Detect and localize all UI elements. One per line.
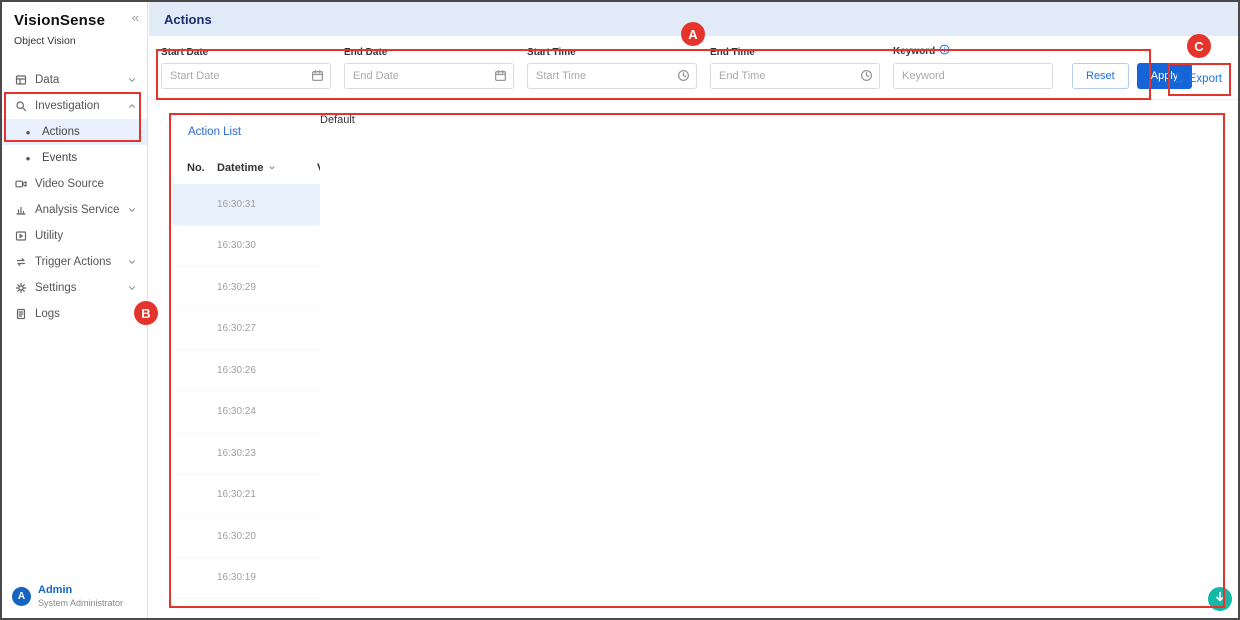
chevron-up-icon bbox=[127, 101, 137, 111]
video-icon bbox=[15, 178, 27, 190]
annotation-badge-a: A bbox=[681, 22, 705, 46]
column-header-no: No. bbox=[187, 162, 217, 174]
sidebar-item-analysis-service[interactable]: Analysis Service bbox=[2, 197, 147, 223]
user-role: System Administrator bbox=[38, 598, 123, 608]
table-body: 1 2025/04/1616:30:31 Video-CleanRoom Obj… bbox=[173, 184, 1218, 599]
clock-icon[interactable] bbox=[677, 69, 690, 87]
sidebar-item-data[interactable]: Data bbox=[2, 67, 147, 93]
keyword-input[interactable] bbox=[893, 63, 1053, 89]
end-date-label: End Date bbox=[344, 47, 514, 58]
end-time-label: End Time bbox=[710, 47, 880, 58]
chevron-down-icon bbox=[127, 283, 137, 293]
app-window: VisionSense « Object Vision Data Investig… bbox=[0, 0, 1240, 620]
sidebar-collapse-icon[interactable]: « bbox=[132, 10, 139, 25]
sidebar-item-label: Settings bbox=[35, 282, 119, 294]
sidebar-item-trigger-actions[interactable]: Trigger Actions bbox=[2, 249, 147, 275]
cell-datetime: 2025/04/1616:30:29 bbox=[217, 282, 317, 293]
sidebar: VisionSense « Object Vision Data Investig… bbox=[2, 2, 148, 618]
sidebar-item-actions[interactable]: • Actions bbox=[2, 119, 147, 145]
export-button[interactable]: Export bbox=[1171, 71, 1222, 87]
cell-datetime: 2025/04/1616:30:20 bbox=[217, 531, 317, 542]
logs-icon bbox=[15, 308, 27, 320]
main-area: Actions Start Date End Date Start Time bbox=[149, 2, 1238, 618]
sidebar-item-label: Events bbox=[42, 152, 137, 164]
down-arrow-icon bbox=[1214, 590, 1226, 608]
action-list-card: Action List No.DatetimeVideo SourceDetec… bbox=[173, 114, 1218, 605]
sidebar-nav: Data Investigation • Actions • Events Video So… bbox=[2, 67, 147, 327]
user-info[interactable]: A Admin System Administrator bbox=[12, 584, 123, 608]
sort-down-icon[interactable] bbox=[267, 163, 277, 173]
cell-datetime: 2025/04/1616:30:27 bbox=[217, 323, 317, 334]
end-time-input[interactable] bbox=[710, 63, 880, 89]
start-date-input[interactable] bbox=[161, 63, 331, 89]
scroll-down-button[interactable] bbox=[1208, 587, 1232, 611]
page-title: Actions bbox=[164, 12, 212, 27]
chevron-down-icon bbox=[127, 257, 137, 267]
clock-icon[interactable] bbox=[860, 69, 873, 87]
cell-datetime: 2025/04/1616:30:26 bbox=[217, 365, 317, 376]
end-date-field: End Date bbox=[344, 47, 514, 89]
cell-utility: DefaultEvent Trigger bbox=[1107, 572, 1218, 583]
cell-datetime: 2025/04/1616:30:19 bbox=[217, 572, 317, 583]
start-time-input[interactable] bbox=[527, 63, 697, 89]
sidebar-item-logs[interactable]: Logs bbox=[2, 301, 147, 327]
keyword-label: Keyword bbox=[893, 44, 1053, 58]
trigger-icon bbox=[15, 256, 27, 268]
sidebar-item-utility[interactable]: Utility bbox=[2, 223, 147, 249]
user-name: Admin bbox=[38, 584, 123, 596]
sidebar-item-label: Actions bbox=[42, 126, 137, 138]
bullet-icon: • bbox=[22, 151, 34, 166]
cell-datetime: 2025/04/1616:30:21 bbox=[217, 489, 317, 500]
sidebar-item-events[interactable]: • Events bbox=[2, 145, 147, 171]
keyword-field: Keyword bbox=[893, 44, 1053, 89]
info-icon bbox=[939, 44, 950, 58]
reset-button[interactable]: Reset bbox=[1072, 63, 1129, 89]
annotation-badge-c: C bbox=[1187, 34, 1211, 58]
cell-datetime: 2025/04/1616:30:30 bbox=[217, 240, 317, 251]
sidebar-item-investigation[interactable]: Investigation bbox=[2, 93, 147, 119]
cell-datetime: 2025/04/1616:30:24 bbox=[217, 406, 317, 417]
export-label: Export bbox=[1189, 73, 1222, 85]
calendar-icon[interactable] bbox=[311, 69, 324, 87]
brand: VisionSense « Object Vision bbox=[2, 2, 147, 47]
search-icon bbox=[15, 100, 27, 112]
start-date-field: Start Date bbox=[161, 47, 331, 89]
analysis-icon bbox=[15, 204, 27, 216]
app-title: VisionSense bbox=[14, 12, 137, 29]
gear-icon bbox=[15, 282, 27, 294]
sidebar-item-settings[interactable]: Settings bbox=[2, 275, 147, 301]
sidebar-item-label: Data bbox=[35, 74, 119, 86]
avatar: A bbox=[12, 587, 31, 606]
sidebar-item-label: Analysis Service bbox=[35, 204, 119, 216]
sidebar-item-label: Logs bbox=[35, 308, 137, 320]
column-header-datetime[interactable]: Datetime bbox=[217, 162, 317, 174]
annotation-badge-b: B bbox=[134, 301, 158, 325]
export-icon bbox=[1171, 71, 1184, 87]
cell-datetime: 2025/04/1616:30:23 bbox=[217, 448, 317, 459]
end-time-field: End Time bbox=[710, 47, 880, 89]
calendar-icon[interactable] bbox=[494, 69, 507, 87]
utility-icon bbox=[15, 230, 27, 242]
bullet-icon: • bbox=[22, 125, 34, 140]
sidebar-item-label: Utility bbox=[35, 230, 137, 242]
start-date-label: Start Date bbox=[161, 47, 331, 58]
sidebar-item-label: Video Source bbox=[35, 178, 137, 190]
sidebar-item-label: Trigger Actions bbox=[35, 256, 119, 268]
table-row[interactable]: 10 2025/04/1616:30:19 Video-CleanRoom Ob… bbox=[173, 558, 1218, 600]
app-subtitle: Object Vision bbox=[14, 35, 137, 47]
chevron-down-icon bbox=[127, 75, 137, 85]
sidebar-item-video-source[interactable]: Video Source bbox=[2, 171, 147, 197]
start-time-label: Start Time bbox=[527, 47, 697, 58]
start-time-field: Start Time bbox=[527, 47, 697, 89]
grid-icon bbox=[15, 74, 27, 86]
cell-datetime: 2025/04/1616:30:31 bbox=[217, 199, 317, 210]
chevron-down-icon bbox=[127, 205, 137, 215]
sidebar-item-label: Investigation bbox=[35, 100, 119, 112]
end-date-input[interactable] bbox=[344, 63, 514, 89]
